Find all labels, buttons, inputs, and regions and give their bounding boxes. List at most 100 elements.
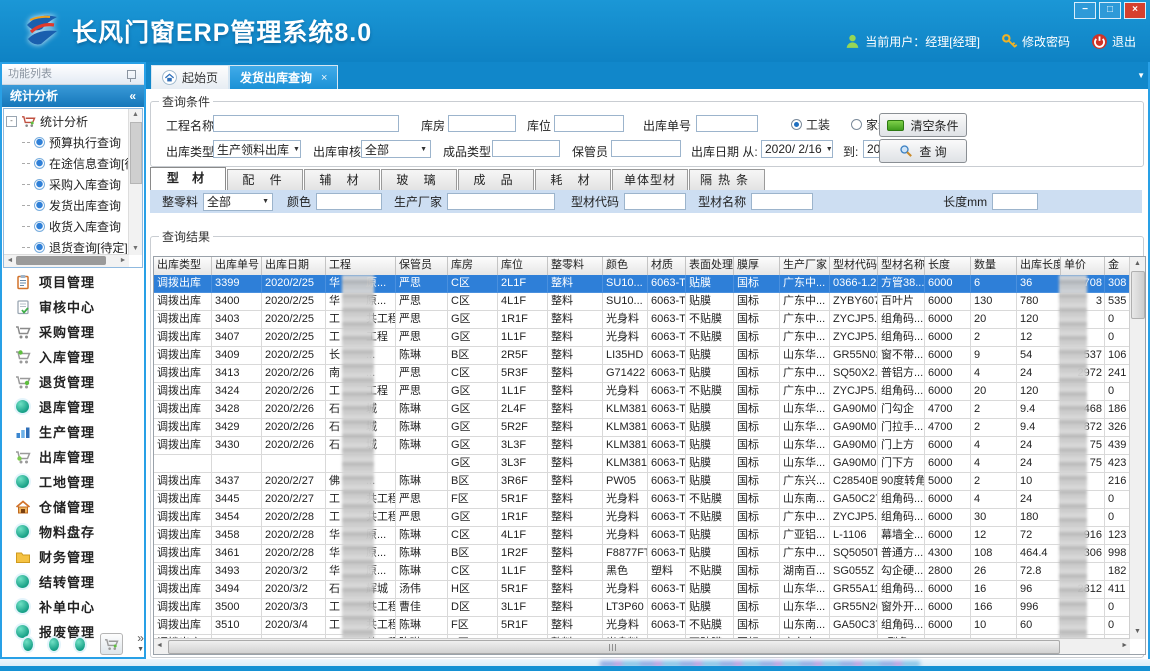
sidebar-module-采购管理[interactable]: 采购管理	[2, 319, 144, 344]
table-row[interactable]: 调拨出库34092020/2/25长...陈琳B区2R5F整料LI35HD606…	[154, 347, 1130, 365]
column-header[interactable]: 出库长度	[1017, 257, 1061, 275]
color-input[interactable]	[316, 193, 382, 210]
clear-conditions-button[interactable]: 清空条件	[879, 113, 967, 137]
tree-item[interactable]: 发货出库查询	[6, 195, 128, 216]
material-tab-隔热条[interactable]: 隔热条	[689, 169, 765, 190]
tree-vertical-scrollbar[interactable]: ▲ ▼	[128, 109, 142, 255]
table-row[interactable]: 调拨出库34302020/2/26石城陈琳G区3L3F整料KLM38176063…	[154, 437, 1130, 455]
material-tab-辅材[interactable]: 辅 材	[304, 169, 380, 190]
tree-item[interactable]: 采购入库查询	[6, 174, 128, 195]
sidebar-module-仓储管理[interactable]: 仓储管理	[2, 494, 144, 519]
material-tab-配件[interactable]: 配 件	[227, 169, 303, 190]
date-from-select[interactable]: 2020/ 2/16▼	[761, 140, 833, 158]
scroll-right-icon[interactable]: ►	[1121, 640, 1128, 652]
length-input[interactable]	[992, 193, 1038, 210]
column-header[interactable]: 保管员	[396, 257, 448, 275]
profile-name-input[interactable]	[751, 193, 813, 210]
scrollbar-thumb[interactable]	[16, 256, 106, 265]
table-row[interactable]: 调拨出库34032020/2/25工共工程严思G区1R1F整料光身料6063-T…	[154, 311, 1130, 329]
audit-select[interactable]: 全部▼	[361, 140, 431, 158]
tree-item[interactable]: 在途信息查询[待定]	[6, 153, 128, 174]
radio-gongzhuang[interactable]: 工装	[791, 116, 830, 133]
tree-horizontal-scrollbar[interactable]: ◄ ►	[4, 254, 129, 267]
table-row[interactable]: 调拨出库34452020/2/27工共工程严思F区5R1F整料光身料6063-T…	[154, 491, 1130, 509]
collapse-icon[interactable]: «	[129, 85, 136, 107]
table-row[interactable]: 调拨出库34942020/3/2石辉城汤伟H区5R1F整料光身料6063-T5贴…	[154, 581, 1130, 599]
tab-list-dropdown-icon[interactable]: ▼	[1137, 71, 1145, 80]
column-header[interactable]: 出库类型	[154, 257, 212, 275]
sidebar-module-审核中心[interactable]: 审核中心	[2, 294, 144, 319]
profile-code-input[interactable]	[624, 193, 686, 210]
tree-item[interactable]: 收货入库查询	[6, 216, 128, 237]
logout-button[interactable]: 退出	[1091, 33, 1136, 50]
table-row[interactable]: 调拨出库34002020/2/25华原...严思C区4L1F整料SU10...6…	[154, 293, 1130, 311]
tab-close-icon[interactable]: ×	[321, 72, 327, 84]
sidebar-module-退货管理[interactable]: 退货管理	[2, 369, 144, 394]
keeper-input[interactable]	[611, 140, 681, 157]
scroll-down-icon[interactable]: ▼	[1130, 626, 1145, 638]
table-row[interactable]: 调拨出库34542020/2/28工共工程严思G区1R1F整料光身料6063-T…	[154, 509, 1130, 527]
table-row[interactable]: 调拨出库35102020/3/4工共工程陈琳F区5R1F整料光身料6063-T5…	[154, 617, 1130, 635]
tab-home[interactable]: 起始页	[151, 65, 229, 89]
table-row[interactable]: G区3L3F整料KLM38176063-T5贴膜国标山东华...GA90M09.…	[154, 455, 1130, 473]
warehouse-input[interactable]	[448, 115, 516, 132]
pin-icon[interactable]	[127, 70, 136, 79]
sidebar-module-物料盘存[interactable]: 物料盘存	[2, 519, 144, 544]
column-header[interactable]: 材质	[648, 257, 686, 275]
column-header[interactable]: 型材代码	[830, 257, 878, 275]
table-row[interactable]: 调拨出库34932020/3/2华原...陈琳C区1L1F整料黑色塑料不贴膜国标…	[154, 563, 1130, 581]
table-row[interactable]: 调拨出库34072020/2/25工工程严思G区1L1F整料光身料6063-T5…	[154, 329, 1130, 347]
project-name-input[interactable]	[213, 115, 399, 132]
sidebar-module-项目管理[interactable]: 项目管理	[2, 269, 144, 294]
tree-expander-icon[interactable]: -	[6, 116, 17, 127]
scroll-right-icon[interactable]: ►	[117, 255, 129, 267]
scrollbar-thumb[interactable]	[168, 640, 1060, 654]
column-header[interactable]: 型材名称	[878, 257, 925, 275]
column-header[interactable]: 出库日期	[262, 257, 326, 275]
column-header[interactable]: 工程	[326, 257, 396, 275]
material-tab-耗材[interactable]: 耗 材	[535, 169, 611, 190]
table-row[interactable]: 调拨出库34612020/2/28华原...陈琳B区1R2F整料F8877FT6…	[154, 545, 1130, 563]
out-no-input[interactable]	[696, 115, 758, 132]
material-tab-型材[interactable]: 型 材	[150, 167, 226, 190]
tree-root[interactable]: - 统计分析	[6, 111, 128, 132]
column-header[interactable]: 整零料	[548, 257, 603, 275]
column-header[interactable]: 膜厚	[734, 257, 780, 275]
module-dot-icon[interactable]	[75, 638, 85, 651]
sidebar-module-入库管理[interactable]: 入库管理	[2, 344, 144, 369]
maximize-button[interactable]: □	[1099, 2, 1121, 19]
sidebar-module-财务管理[interactable]: 财务管理	[2, 544, 144, 569]
table-row[interactable]: 调拨出库34132020/2/26南...严思C区5R3F整料G71422606…	[154, 365, 1130, 383]
column-header[interactable]: 单价	[1061, 257, 1105, 275]
column-header[interactable]: 颜色	[603, 257, 648, 275]
module-dot-icon[interactable]	[49, 638, 59, 651]
scrollbar-thumb[interactable]	[130, 122, 142, 184]
product-type-input[interactable]	[492, 140, 560, 157]
table-row[interactable]: 调拨出库34372020/2/27佛...陈琳B区3R6F整料PW056063-…	[154, 473, 1130, 491]
sidebar-group-header[interactable]: 统计分析 «	[2, 85, 144, 107]
minimize-button[interactable]: −	[1074, 2, 1096, 19]
scroll-down-icon[interactable]: ▼	[129, 243, 142, 255]
tree-item[interactable]: 预算执行查询	[6, 132, 128, 153]
column-header[interactable]: 金	[1105, 257, 1132, 275]
column-header[interactable]: 库位	[498, 257, 548, 275]
cart-toolbar-button[interactable]	[100, 633, 123, 655]
change-password-button[interactable]: 修改密码	[1001, 33, 1070, 50]
location-input[interactable]	[554, 115, 624, 132]
module-dot-icon[interactable]	[23, 638, 33, 651]
scroll-up-icon[interactable]: ▲	[1130, 258, 1145, 270]
column-header[interactable]: 长度	[925, 257, 971, 275]
column-header[interactable]: 数量	[971, 257, 1017, 275]
sidebar-module-生产管理[interactable]: 生产管理	[2, 419, 144, 444]
table-row[interactable]: 调拨出库34292020/2/26石城陈琳G区5R2F整料KLM38176063…	[154, 419, 1130, 437]
sidebar-module-退库管理[interactable]: 退库管理	[2, 394, 144, 419]
close-button[interactable]: ×	[1124, 2, 1146, 19]
material-tab-玻璃[interactable]: 玻 璃	[381, 169, 457, 190]
table-horizontal-scrollbar[interactable]: ◄ ►	[154, 638, 1130, 654]
scroll-left-icon[interactable]: ◄	[4, 255, 16, 267]
column-header[interactable]: 表面处理	[686, 257, 734, 275]
material-tab-成品[interactable]: 成 品	[458, 169, 534, 190]
scroll-left-icon[interactable]: ◄	[156, 640, 163, 652]
tab-active[interactable]: 发货出库查询 ×	[229, 65, 338, 89]
table-vertical-scrollbar[interactable]: ▲ ▼	[1129, 257, 1145, 639]
